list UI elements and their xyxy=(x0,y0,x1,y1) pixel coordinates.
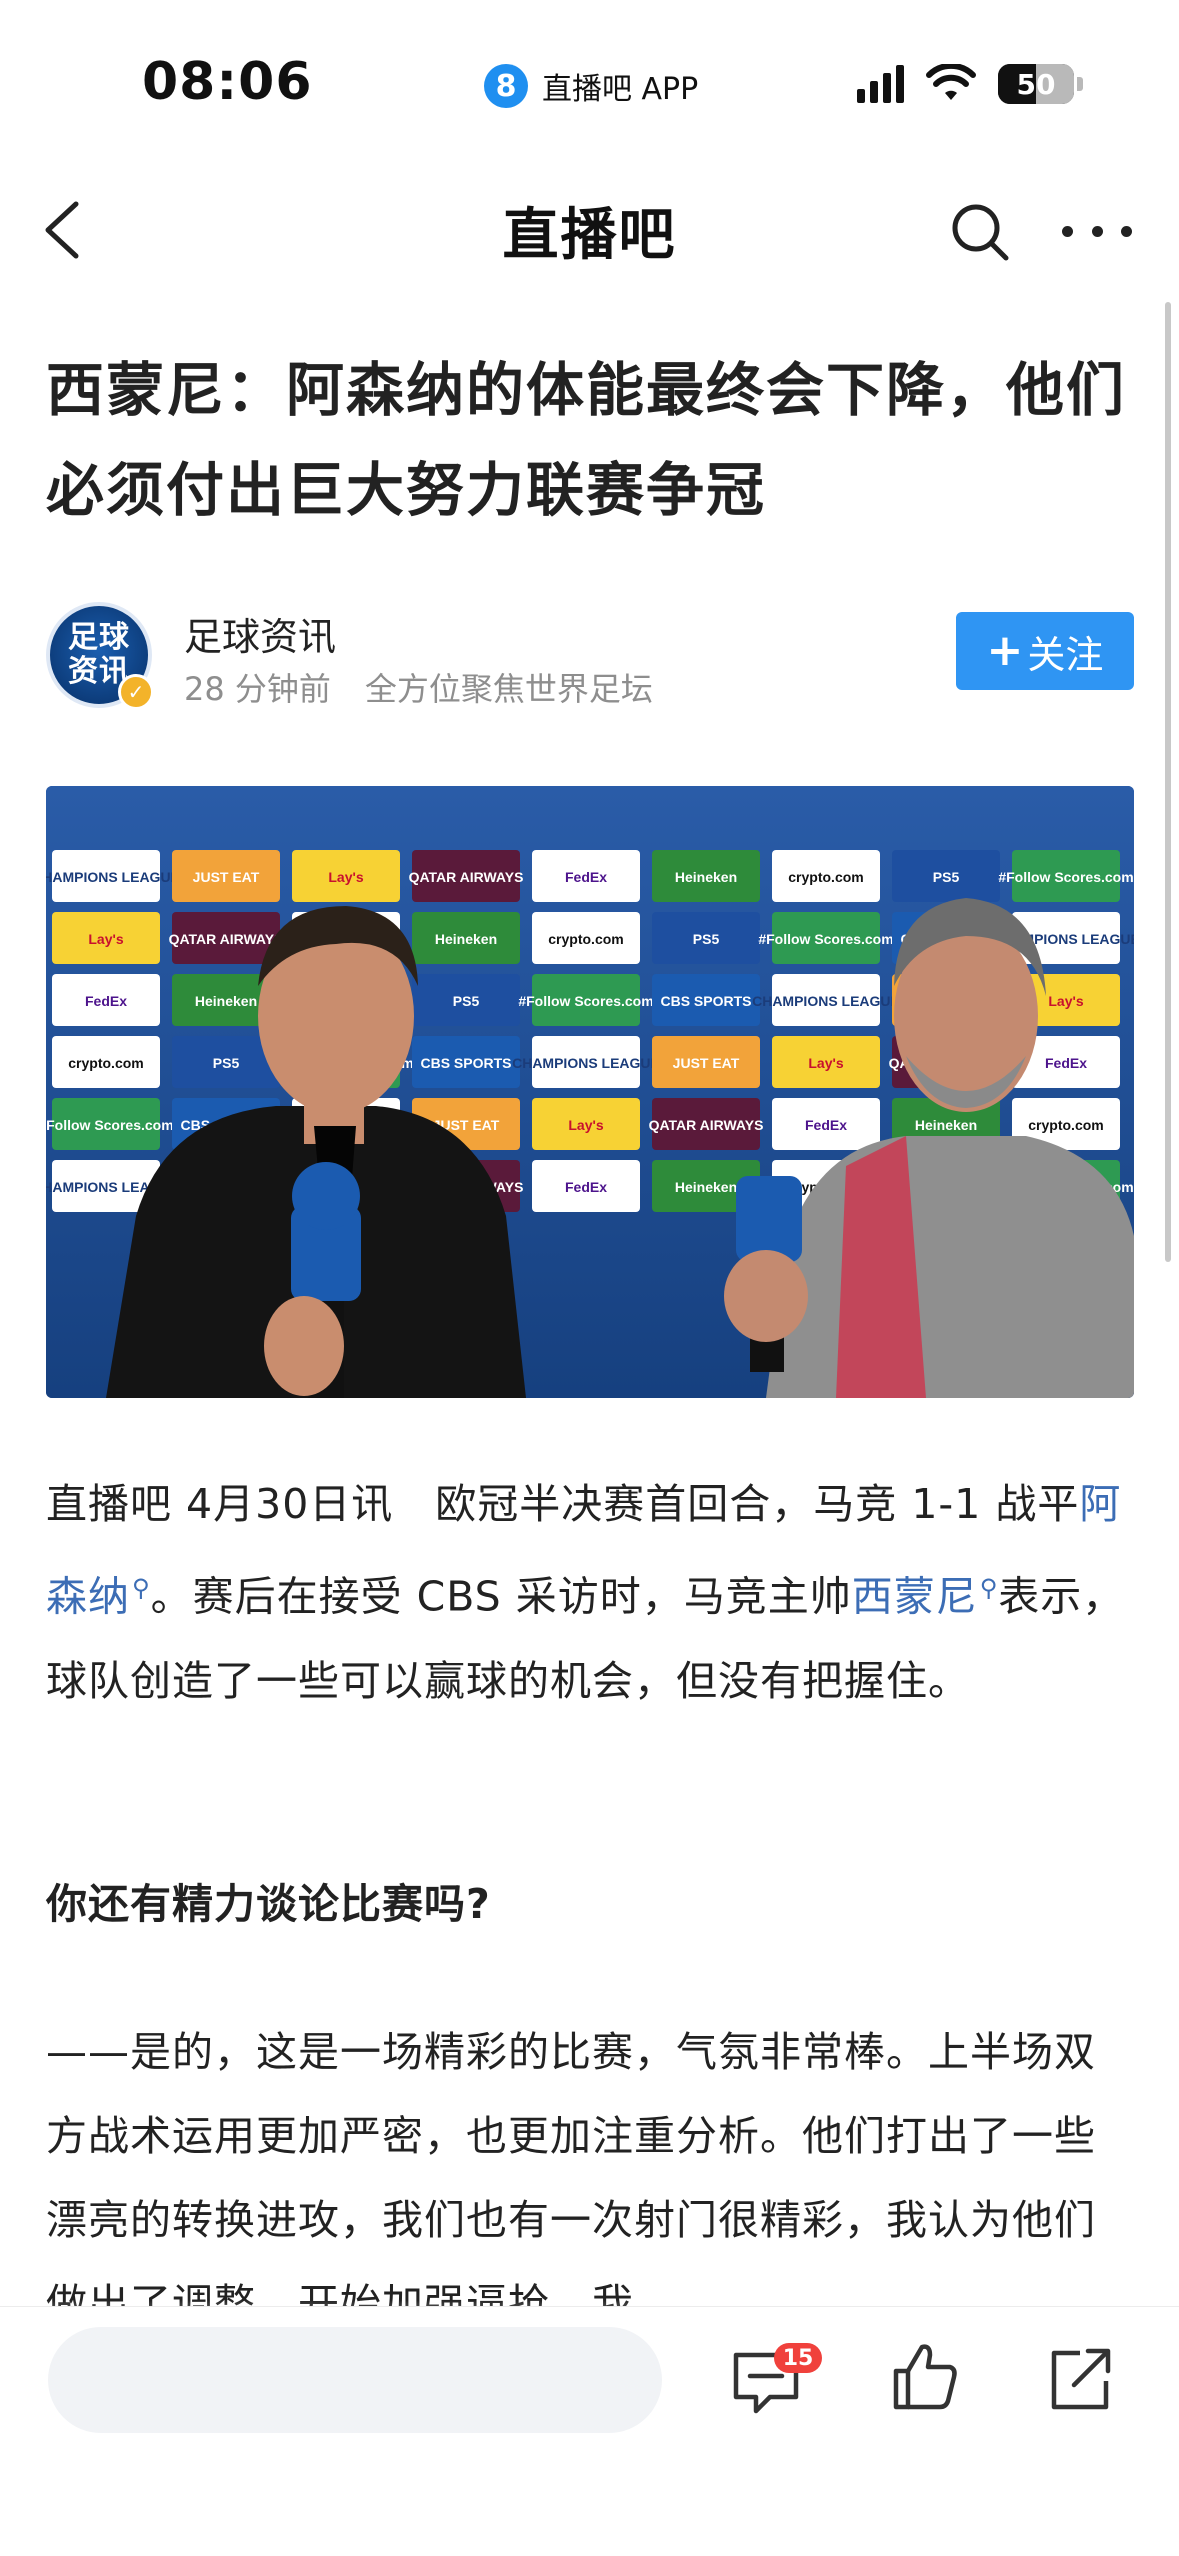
search-icon[interactable] xyxy=(948,200,1012,264)
bottom-action-bar: 15 xyxy=(0,2306,1179,2556)
author-meta: 28 分钟前 全方位聚焦世界足坛 xyxy=(184,664,653,710)
article-hero-image[interactable]: CHAMPIONS LEAGUE JUST EAT Lay's QATAR AIRWA… xyxy=(46,786,1134,1398)
sponsor-label: Lay's xyxy=(328,869,363,885)
status-icons: 50 xyxy=(857,64,1083,104)
follow-button[interactable]: + 关注 xyxy=(956,612,1134,690)
article-title: 西蒙尼：阿森纳的体能最终会下降，他们必须付出巨大努力联赛争冠 xyxy=(46,356,1127,524)
article-question-1: 你还有精力谈论比赛吗? xyxy=(46,1880,491,1928)
author-row: 足球 资讯 ✓ 足球资讯 28 分钟前 全方位聚焦世界足坛 + 关注 xyxy=(46,596,1136,716)
p1-text-b: 。赛后在接受 CBS 采访时，马竞主帅 xyxy=(150,1572,852,1621)
battery-icon: 50 xyxy=(998,64,1074,104)
verified-icon: ✓ xyxy=(118,674,154,710)
follow-label: 关注 xyxy=(1027,632,1104,677)
sponsor-label: Heineken xyxy=(435,931,497,947)
sponsor-label: QATAR AIRWAYS xyxy=(649,1117,764,1133)
sponsor-label: FedEx xyxy=(565,1179,607,1195)
sponsor-label: CHAMPIONS LEAGUE xyxy=(752,993,900,1009)
publish-time: 28 分钟前 xyxy=(184,670,331,708)
sponsor-label: FedEx xyxy=(85,993,127,1009)
sponsor-label: Lay's xyxy=(88,931,123,947)
sponsor-label: CBS SPORTS xyxy=(660,993,751,1009)
status-app-indicator[interactable]: 8 直播吧 APP xyxy=(484,64,698,108)
battery-level: 50 xyxy=(1016,67,1056,101)
sponsor-label: PS5 xyxy=(453,993,480,1009)
nav-bar: 直播吧 xyxy=(0,160,1179,300)
like-icon[interactable] xyxy=(884,2337,964,2417)
sponsor-label: QATAR AIRWAYS xyxy=(169,931,284,947)
avatar-logo: 足球 资讯 xyxy=(68,620,130,689)
sponsor-label: PS5 xyxy=(693,931,720,947)
sponsor-label: CBS SPORTS xyxy=(420,1055,511,1071)
sponsor-label: Heineken xyxy=(675,1179,737,1195)
p1-text-a: 直播吧 4月30日讯 欧冠半决赛首回合，马竞 1-1 战平 xyxy=(46,1480,1080,1528)
sponsor-label: PS5 xyxy=(213,1055,240,1071)
author-tagline: 全方位聚焦世界足坛 xyxy=(364,670,653,708)
sponsor-label: JUST EAT xyxy=(673,1055,740,1071)
sponsor-label: QATAR AIRWAYS xyxy=(409,869,524,885)
sponsor-label: FedEx xyxy=(565,869,607,885)
sponsor-label: crypto.com xyxy=(548,931,623,947)
sponsor-label: JUST EAT xyxy=(193,869,260,885)
sponsor-label: Heineken xyxy=(915,1117,977,1133)
article-paragraph-1: 直播吧 4月30日讯 欧冠半决赛首回合，马竞 1-1 战平阿森纳⚲。赛后在接受 … xyxy=(46,1462,1136,1723)
share-icon[interactable] xyxy=(1040,2339,1120,2419)
scrollbar[interactable] xyxy=(1165,302,1171,1262)
sponsor-label: crypto.com xyxy=(788,869,863,885)
author-name[interactable]: 足球资讯 xyxy=(184,606,336,661)
sponsor-label: Lay's xyxy=(808,1055,843,1071)
sponsor-label: #Follow Scores.com xyxy=(518,993,653,1009)
comment-count-badge: 15 xyxy=(774,2343,822,2373)
more-icon[interactable] xyxy=(1062,216,1132,246)
sponsor-label: Heineken xyxy=(675,869,737,885)
sponsor-label: crypto.com xyxy=(1028,1117,1103,1133)
sponsor-label: FedEx xyxy=(805,1117,847,1133)
person-link-simeone[interactable]: 西蒙尼 xyxy=(852,1573,978,1621)
sponsor-label: Lay's xyxy=(1048,993,1083,1009)
sponsor-label: CHAMPIONS LEAGUE xyxy=(46,869,180,885)
page: 08:06 8 直播吧 APP 50 直播吧 西蒙尼：阿森纳的体能最终会下降，他… xyxy=(0,0,1179,2556)
sponsor-label: #Follow Scores.com xyxy=(998,869,1133,885)
sponsor-label: Heineken xyxy=(195,993,257,1009)
wifi-icon xyxy=(926,64,976,100)
app-badge-icon: 8 xyxy=(484,64,528,108)
status-app-name: 直播吧 APP xyxy=(542,72,699,107)
signal-icon xyxy=(857,65,904,103)
sponsor-label: CHAMPIONS LEAGUE xyxy=(512,1055,660,1071)
sponsor-label: PS5 xyxy=(933,869,960,885)
sponsor-label: Lay's xyxy=(568,1117,603,1133)
comment-input[interactable] xyxy=(48,2327,662,2433)
sponsor-label: crypto.com xyxy=(68,1055,143,1071)
search-small-icon[interactable]: ⚲ xyxy=(132,1574,151,1602)
status-bar: 08:06 8 直播吧 APP 50 xyxy=(0,0,1179,160)
status-time: 08:06 xyxy=(142,52,313,112)
sponsor-label: #Follow Scores.com xyxy=(758,931,893,947)
plus-icon: + xyxy=(986,625,1024,676)
interview-photo: CHAMPIONS LEAGUE JUST EAT Lay's QATAR AIRWA… xyxy=(46,786,1134,1398)
article-paragraph-2: ——是的，这是一场精彩的比赛，气氛非常棒。上半场双方战术运用更加严密，也更加注重… xyxy=(46,2028,1096,2328)
sponsor-label: #Follow Scores.com xyxy=(46,1117,174,1133)
search-small-icon[interactable]: ⚲ xyxy=(980,1574,999,1602)
sponsor-label: FedEx xyxy=(1045,1055,1087,1071)
